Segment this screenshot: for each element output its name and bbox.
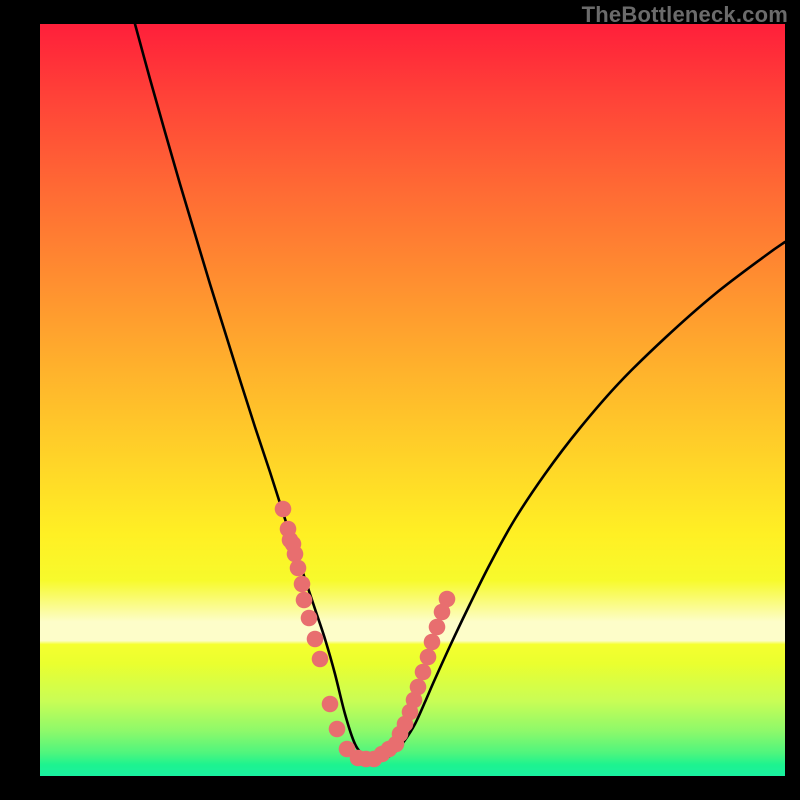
plot-area [40,24,785,776]
data-dot [301,610,318,627]
data-dot [415,664,432,681]
data-dots [275,501,456,768]
data-dot [439,591,456,608]
data-dot [307,631,324,648]
data-dot [429,619,446,636]
watermark-text: TheBottleneck.com [582,2,788,28]
data-dot [287,546,304,563]
chart-frame: TheBottleneck.com [0,0,800,800]
data-dot [322,696,339,713]
data-dot [290,560,307,577]
data-dot [420,649,437,666]
data-dot [424,634,441,651]
bottleneck-curve [135,24,785,759]
data-dot [312,651,329,668]
data-dot [410,679,427,696]
data-dot [275,501,292,518]
data-dot [294,576,311,593]
chart-svg [40,24,785,776]
data-dot [296,592,313,609]
data-dot [329,721,346,738]
